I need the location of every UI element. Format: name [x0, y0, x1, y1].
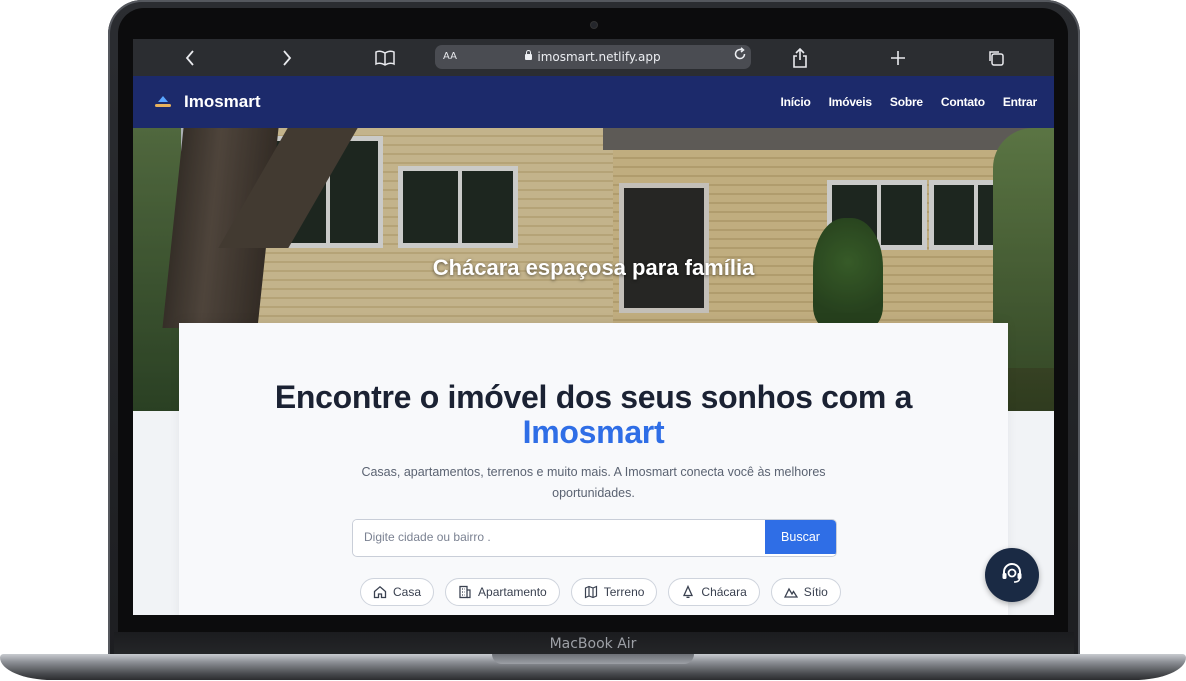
- headline-text: Encontre o imóvel dos seus sonhos com a: [274, 379, 913, 415]
- share-icon[interactable]: [789, 47, 811, 69]
- building-icon: [458, 585, 472, 599]
- map-icon: [584, 585, 598, 599]
- tabs-icon[interactable]: [985, 47, 1007, 69]
- search-button[interactable]: Buscar: [765, 520, 836, 554]
- headline-accent: Imosmart: [522, 414, 665, 450]
- search-input[interactable]: [353, 520, 765, 554]
- book-icon[interactable]: [374, 47, 396, 69]
- main-nav: Início Imóveis Sobre Contato Entrar: [780, 95, 1037, 109]
- nav-link-contato[interactable]: Contato: [941, 95, 985, 109]
- nav-link-imoveis[interactable]: Imóveis: [829, 95, 872, 109]
- camera-dot: [591, 22, 597, 28]
- category-chip-terreno[interactable]: Terreno: [570, 578, 658, 606]
- brand-name: Imosmart: [184, 92, 261, 111]
- category-chip-chacara[interactable]: Chácara: [668, 578, 760, 606]
- search-card: Encontre o imóvel dos seus sonhos com a …: [179, 323, 1008, 615]
- chat-support-button[interactable]: [985, 548, 1039, 602]
- chevron-right-icon[interactable]: [276, 47, 298, 69]
- chip-label: Terreno: [603, 585, 645, 599]
- category-filters: Casa Apartamento Terreno Chácara Sítio: [360, 578, 841, 606]
- nav-link-entrar[interactable]: Entrar: [1003, 95, 1037, 109]
- chip-label: Apartamento: [478, 585, 547, 599]
- nav-link-inicio[interactable]: Início: [780, 95, 810, 109]
- chip-label: Chácara: [701, 585, 747, 599]
- nav-link-sobre[interactable]: Sobre: [890, 95, 923, 109]
- url-text: imosmart.netlify.app: [537, 50, 661, 64]
- device-model-label: MacBook Air: [549, 636, 637, 652]
- category-chip-casa[interactable]: Casa: [360, 578, 435, 606]
- chip-label: Casa: [393, 585, 422, 599]
- category-chip-sitio[interactable]: Sítio: [770, 578, 841, 606]
- screen: AA imosmart.netlify.app Imosmart Início …: [133, 39, 1054, 615]
- address-bar[interactable]: AA imosmart.netlify.app: [435, 45, 751, 69]
- house-icon: [373, 585, 387, 599]
- mountain-icon: [783, 585, 798, 599]
- brand-logo-link[interactable]: Imosmart: [155, 92, 261, 112]
- support-headset-icon: [999, 560, 1025, 591]
- category-chip-apartamento[interactable]: Apartamento: [445, 578, 560, 606]
- lock-icon: [525, 50, 533, 60]
- laptop-notch: [492, 654, 694, 664]
- chevron-left-icon[interactable]: [179, 47, 201, 69]
- page-subtitle: Casas, apartamentos, terrenos e muito ma…: [361, 465, 826, 500]
- bell-icon: [681, 585, 695, 599]
- hero-caption: Chácara espaçosa para família: [432, 255, 755, 280]
- search-form: Buscar: [352, 519, 837, 557]
- browser-toolbar: AA imosmart.netlify.app: [133, 39, 1054, 76]
- site-header: Imosmart Início Imóveis Sobre Contato En…: [133, 76, 1054, 128]
- logo-icon: [155, 96, 171, 108]
- page-title: Encontre o imóvel dos seus sonhos com a …: [179, 380, 1008, 450]
- reload-icon[interactable]: [733, 47, 747, 64]
- chip-label: Sítio: [803, 585, 828, 599]
- plus-icon[interactable]: [887, 47, 909, 69]
